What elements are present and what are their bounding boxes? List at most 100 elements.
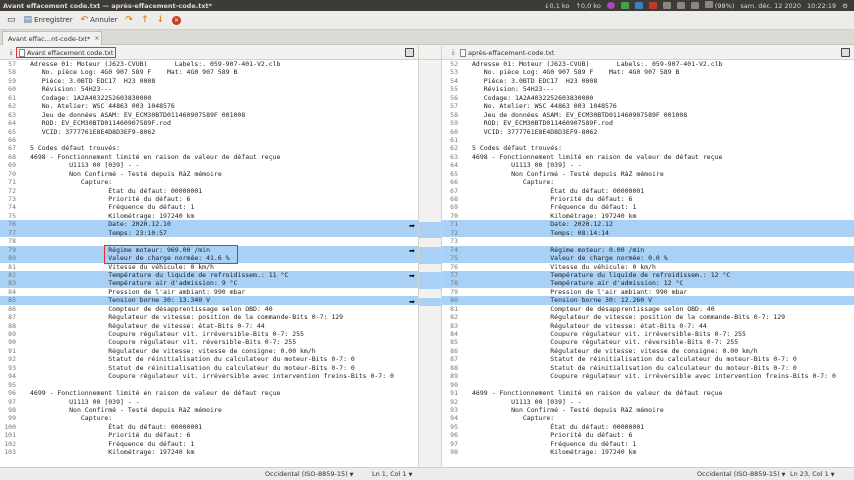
text-line[interactable]: 95 xyxy=(0,381,418,389)
left-text-view[interactable]: 57 Adresse 01: Moteur (J623-CVUB) Labels:… xyxy=(0,60,418,457)
text-line[interactable]: 92 Statut de réinitialisation du calcula… xyxy=(0,355,418,363)
text-line[interactable]: 70 Kilométrage: 197240 km xyxy=(442,212,854,220)
text-line[interactable]: 89 Coupure régulateur vit. irréversible-… xyxy=(0,330,418,338)
text-line[interactable]: 81 Compteur de désapprentissage selon OB… xyxy=(442,305,854,313)
text-line[interactable]: 75 Kilométrage: 197240 km xyxy=(0,212,418,220)
dropbox-tray-icon[interactable] xyxy=(620,2,629,9)
battery-indicator[interactable]: (98%) xyxy=(704,1,734,10)
text-line[interactable]: 100 État du défaut: 00000001 xyxy=(0,423,418,431)
text-line[interactable]: 71 Capture: xyxy=(0,178,418,186)
text-line[interactable]: 52 Adresse 01: Moteur (J623-CVUB) Labels:… xyxy=(442,60,854,68)
close-tab-icon[interactable]: × xyxy=(94,35,99,42)
text-line[interactable]: 90 Coupure régulateur vit. réversible-Bi… xyxy=(0,338,418,346)
text-line[interactable]: 79 Régime moteur: 969.00 /min xyxy=(0,245,418,255)
right-filename[interactable]: après-effacement-code.txt xyxy=(458,48,556,57)
next-change-button[interactable]: ↓ xyxy=(154,15,168,26)
app-tray-icon[interactable] xyxy=(606,2,615,9)
left-filename[interactable]: Avant effacement code.txt xyxy=(16,47,117,58)
text-line[interactable]: 72 État du défaut: 00000001 xyxy=(0,187,418,195)
redo-button[interactable]: ↷ xyxy=(122,15,136,26)
text-line[interactable]: 62 5 Codes défaut trouvés: xyxy=(442,144,854,152)
text-line[interactable]: 57 Adresse 01: Moteur (J623-CVUB) Labels:… xyxy=(0,60,418,68)
text-line[interactable]: 97 Fréquence du défaut: 1 xyxy=(442,440,854,448)
clock-date[interactable]: sam. déc. 12 2020 xyxy=(740,2,801,10)
text-line[interactable]: 83 Température air d'admission: 9 °C xyxy=(0,279,418,288)
text-line[interactable]: 99 Capture: xyxy=(0,414,418,422)
text-line[interactable]: 88 Régulateur de vitesse: état-Bits 0-7:… xyxy=(0,322,418,330)
text-line[interactable]: 96 4699 - Fonctionnement limité en raison… xyxy=(0,389,418,397)
save-file-icon[interactable] xyxy=(405,48,414,57)
text-line[interactable]: 82 Régulateur de vitesse: position de la… xyxy=(442,313,854,321)
text-line[interactable]: 73 Priorité du défaut: 6 xyxy=(0,195,418,203)
right-text-view[interactable]: 52 Adresse 01: Moteur (J623-CVUB) Labels:… xyxy=(442,60,854,457)
text-line[interactable]: 68 Priorité du défaut: 6 xyxy=(442,195,854,203)
text-line[interactable]: 82 Température du liquide de refroidisse… xyxy=(0,270,418,280)
left-cursor-position[interactable]: Ln 1, Col 1 ▼ xyxy=(372,470,412,478)
text-line[interactable]: 67 État du défaut: 00000001 xyxy=(442,187,854,195)
text-line[interactable]: 68 4698 - Fonctionnement limité en raison… xyxy=(0,153,418,161)
text-line[interactable]: 59 Pièce: 3.0BTD EDC17 H23 0008 xyxy=(0,77,418,85)
text-line[interactable]: 97 U1113 00 [039] - - xyxy=(0,398,418,406)
text-line[interactable]: 53 No. pièce Log: 4G0 907 589 F Mat: 4G0… xyxy=(442,68,854,76)
text-line[interactable]: 73 xyxy=(442,237,854,245)
text-line[interactable]: 85 Tension borne 30: 13.340 V xyxy=(0,296,418,305)
text-line[interactable]: 57 No. Atelier: WSC 44863 003 1048576 xyxy=(442,102,854,110)
text-line[interactable]: 60 Révision: 54H23--- xyxy=(0,85,418,93)
text-line[interactable]: 91 Régulateur de vitesse: vitesse de con… xyxy=(0,347,418,355)
text-line[interactable]: 77 Temps: 23:10:57 xyxy=(0,228,418,238)
text-line[interactable]: 63 4698 - Fonctionnement limité en raison… xyxy=(442,153,854,161)
text-line[interactable]: 86 Régulateur de vitesse: vitesse de con… xyxy=(442,347,854,355)
text-line[interactable]: 94 Coupure régulateur vit. irréversible … xyxy=(0,372,418,380)
text-line[interactable]: 58 No. pièce Log: 4G0 907 589 F Mat: 4G0… xyxy=(0,68,418,76)
telegram-tray-icon[interactable] xyxy=(634,2,643,9)
text-line[interactable]: 55 Révision: 54H23--- xyxy=(442,85,854,93)
text-line[interactable]: 69 Fréquence du défaut: 1 xyxy=(442,203,854,211)
text-line[interactable]: 84 Coupure régulateur vit. irréversible-… xyxy=(442,330,854,338)
record-tray-icon[interactable] xyxy=(648,2,657,9)
text-line[interactable]: 75 Valeur de charge normée: 0.0 % xyxy=(442,254,854,263)
text-line[interactable]: 87 Régulateur de vitesse: position de la… xyxy=(0,313,418,321)
text-line[interactable]: 91 4699 - Fonctionnement limité en raison… xyxy=(442,389,854,397)
volume-icon[interactable] xyxy=(690,2,699,9)
right-cursor-position[interactable]: Ln 23, Col 1 ▼ xyxy=(790,470,835,478)
text-line[interactable]: 98 Non Confirmé - Testé depuis RàZ mémoi… xyxy=(0,406,418,414)
tab-comparison[interactable]: Avant effac…nt-code-txt* × xyxy=(2,31,102,45)
text-line[interactable]: 76 Date: 2020.12.10 xyxy=(0,220,418,229)
text-line[interactable]: 83 Régulateur de vitesse: état-Bits 0-7:… xyxy=(442,322,854,330)
text-line[interactable]: 61 Codage: 1A2A4032252603830000 xyxy=(0,94,418,102)
text-line[interactable]: 90 xyxy=(442,381,854,389)
text-line[interactable]: 64 ROD: EV_ECM30BTD011460907589F.rod xyxy=(0,119,418,127)
text-line[interactable]: 101 Priorité du défaut: 6 xyxy=(0,431,418,439)
text-line[interactable]: 94 Capture: xyxy=(442,414,854,422)
text-line[interactable]: 58 Jeu de données ASAM: EV_ECM30BTD01146… xyxy=(442,111,854,119)
text-line[interactable]: 81 Vitesse du véhicule: 0 km/h xyxy=(0,263,418,271)
text-line[interactable]: 54 Pièce: 3.0BTD EDC17 H23 0008 xyxy=(442,77,854,85)
stop-button[interactable]: ✕ xyxy=(169,15,184,26)
left-encoding-select[interactable]: Occidental (ISO-8859-15) ▼ xyxy=(265,470,354,478)
text-line[interactable]: 87 Statut de réinitialisation du calcula… xyxy=(442,355,854,363)
text-line[interactable]: 64 U1113 00 [039] - - xyxy=(442,161,854,169)
text-line[interactable]: 89 Coupure régulateur vit. irréversible … xyxy=(442,372,854,380)
text-line[interactable]: 98 Kilométrage: 197240 km xyxy=(442,448,854,456)
text-line[interactable]: 59 ROD: EV_ECM30BTD011460907589F.rod xyxy=(442,119,854,127)
download-icon[interactable]: ⤓ xyxy=(6,48,16,57)
text-line[interactable]: 69 U1113 00 [039] - - xyxy=(0,161,418,169)
open-button[interactable]: ▭ xyxy=(4,15,19,26)
text-line[interactable]: 80 Valeur de charge normée: 41.6 % xyxy=(0,254,418,263)
copy-right-arrow-icon[interactable]: ➡ xyxy=(409,298,415,306)
text-line[interactable]: 56 Codage: 1A2A4032252603830000 xyxy=(442,94,854,102)
copy-right-arrow-icon[interactable]: ➡ xyxy=(409,222,415,230)
text-line[interactable]: 67 5 Codes défaut trouvés: xyxy=(0,144,418,152)
save-button[interactable]: ▤ Enregistrer xyxy=(21,15,76,26)
text-line[interactable]: 65 VCID: 3777761E8E4D8D3EF9-8062 xyxy=(0,128,418,136)
text-line[interactable]: 92 U1113 00 [039] - - xyxy=(442,398,854,406)
text-line[interactable]: 60 VCID: 3777761E8E4D8D3EF9-8062 xyxy=(442,128,854,136)
copy-right-arrow-icon[interactable]: ➡ xyxy=(409,272,415,280)
text-line[interactable]: 102 Fréquence du défaut: 1 xyxy=(0,440,418,448)
text-line[interactable]: 71 Date: 2020.12.12 xyxy=(442,220,854,229)
text-line[interactable]: 66 Capture: xyxy=(442,178,854,186)
gear-icon[interactable]: ⚙ xyxy=(842,2,848,10)
text-line[interactable]: 96 Priorité du défaut: 6 xyxy=(442,431,854,439)
save-file-icon[interactable] xyxy=(841,48,850,57)
keyboard-tray-icon[interactable] xyxy=(662,2,671,9)
